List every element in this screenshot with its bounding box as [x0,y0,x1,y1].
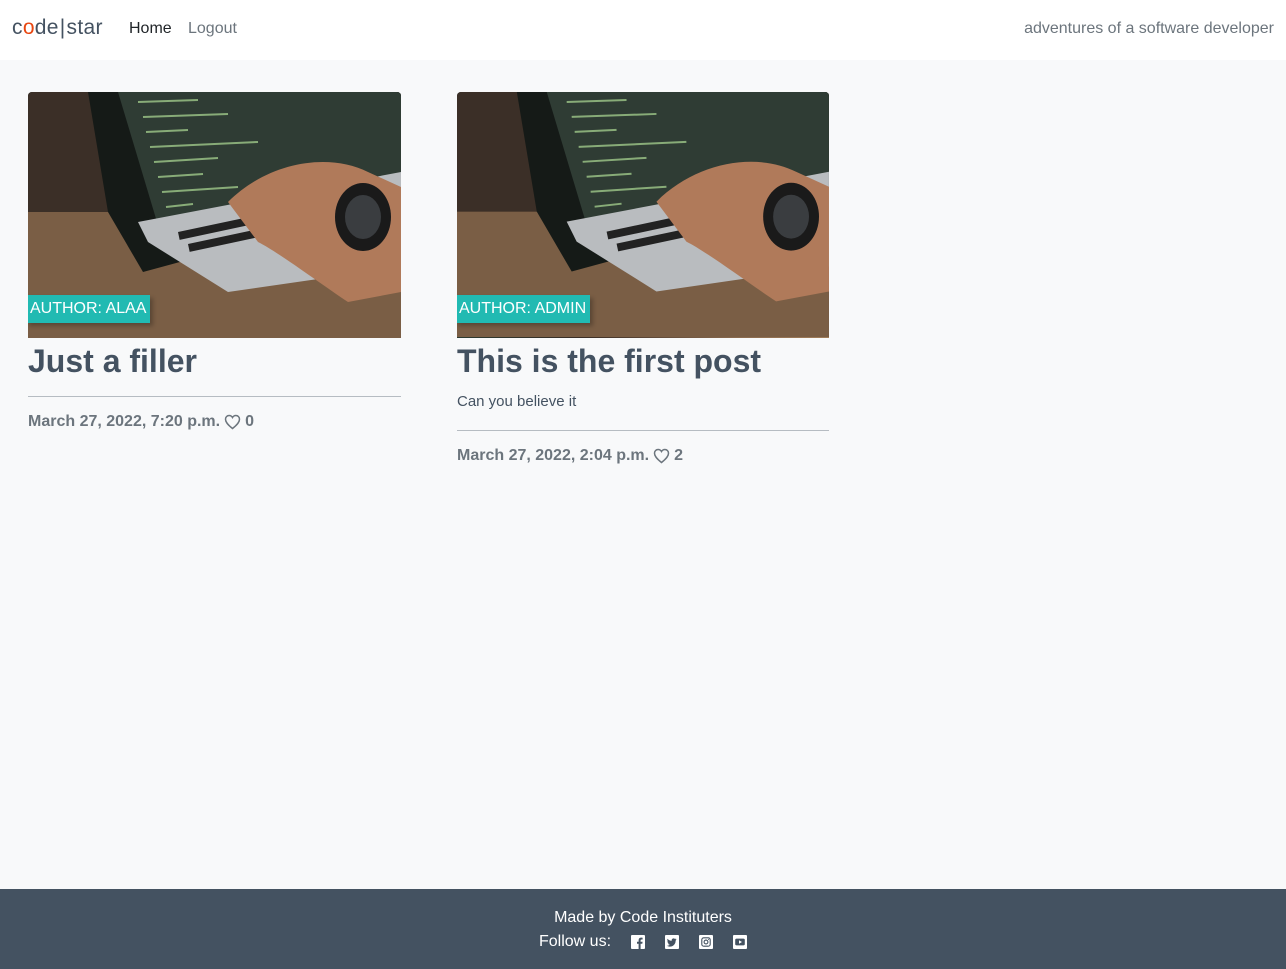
youtube-icon[interactable] [733,935,748,949]
nav-home-link[interactable]: Home [129,20,172,38]
divider [28,396,401,397]
brand-part-2: star [66,16,103,39]
author-badge: AUTHOR: ADMIN [457,295,591,323]
like-count: 2 [674,447,684,464]
post-card: AUTHOR: ADMIN This is the first post Can… [457,92,829,465]
nav-logout-link[interactable]: Logout [188,20,237,38]
brand-part-1: code [12,16,59,39]
post-image[interactable]: AUTHOR: ADMIN [457,92,829,338]
post-excerpt: Can you believe it [457,393,577,410]
brand-logo[interactable]: code|star [12,16,103,40]
post-image[interactable]: AUTHOR: ALAA [28,92,401,338]
author-badge: AUTHOR: ALAA [28,295,151,323]
post-title[interactable]: This is the first post [457,342,829,380]
post-meta: March 27, 2022, 7:20 p.m. 0 [28,413,401,431]
site-tagline: adventures of a software developer [1024,20,1274,37]
heart-icon [653,448,670,464]
post-date: March 27, 2022, 2:04 p.m. [457,447,650,464]
footer-social: Follow us: [0,933,1286,951]
instagram-icon[interactable] [699,935,714,949]
post-meta: March 27, 2022, 2:04 p.m. 2 [457,447,829,465]
post-title[interactable]: Just a filler [28,342,401,380]
heart-icon [224,414,241,430]
navbar: code|star Home Logout adventures of a so… [0,0,1286,60]
divider [457,430,829,431]
post-card: AUTHOR: ALAA Just a filler March 27, 202… [28,92,401,431]
like-count: 0 [245,413,255,430]
follow-label: Follow us: [538,933,612,950]
facebook-icon[interactable] [631,935,646,949]
post-date: March 27, 2022, 7:20 p.m. [28,413,221,430]
twitter-icon[interactable] [665,935,680,949]
footer: Made by Code Instituters Follow us: [0,889,1286,969]
brand-separator: | [59,16,66,39]
footer-credit: Made by Code Instituters [554,909,732,926]
